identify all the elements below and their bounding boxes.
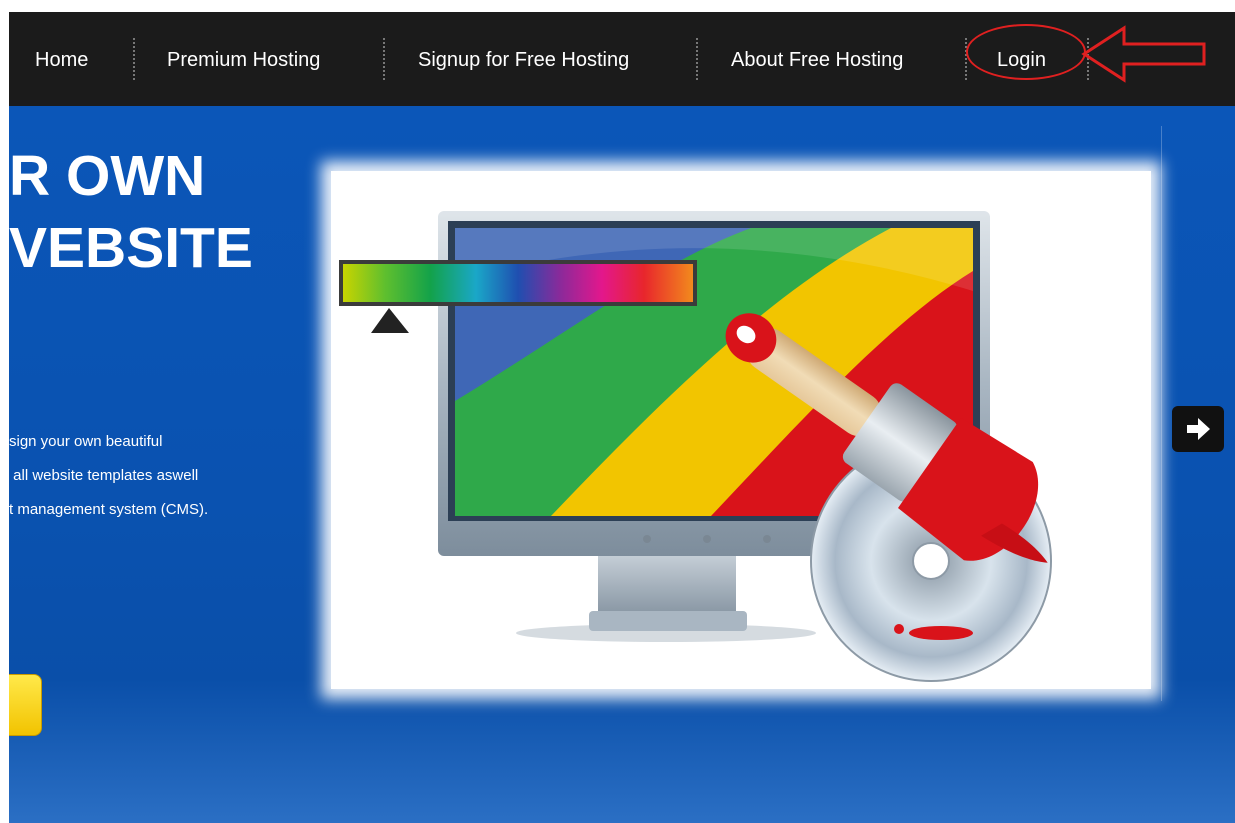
next-slide-button[interactable] xyxy=(1172,406,1224,452)
nav-home-link[interactable]: Home xyxy=(35,48,88,72)
hero-headline: R OWN VEBSITE xyxy=(9,140,253,284)
hero-call-to-action-button[interactable] xyxy=(9,674,42,736)
nav-separator xyxy=(383,38,385,80)
slide-divider xyxy=(1161,126,1162,701)
arrow-right-icon xyxy=(1187,418,1210,440)
hero-illustration xyxy=(331,171,1151,689)
hero-headline-line-2: VEBSITE xyxy=(9,216,253,280)
hero-description-line-1: sign your own beautiful xyxy=(9,433,163,450)
hero-banner: R OWN VEBSITE sign your own beautiful al… xyxy=(9,106,1235,823)
nav-about-link[interactable]: About Free Hosting xyxy=(731,48,903,72)
hero-headline-line-1: R OWN xyxy=(9,144,206,208)
nav-premium-hosting-link[interactable]: Premium Hosting xyxy=(167,48,320,72)
monitor-paintbrush-illustration xyxy=(339,211,1052,682)
hero-description-line-3: t management system (CMS). xyxy=(9,501,209,518)
hero-description-line-2: all website templates aswell xyxy=(9,467,199,484)
hero-description: sign your own beautiful all website temp… xyxy=(9,425,208,527)
nav-signup-link[interactable]: Signup for Free Hosting xyxy=(418,48,629,72)
nav-separator xyxy=(696,38,698,80)
annotation-arrow-icon xyxy=(1081,25,1206,83)
nav-separator xyxy=(133,38,135,80)
nav-separator xyxy=(965,38,967,80)
login-highlight-circle xyxy=(966,24,1086,80)
